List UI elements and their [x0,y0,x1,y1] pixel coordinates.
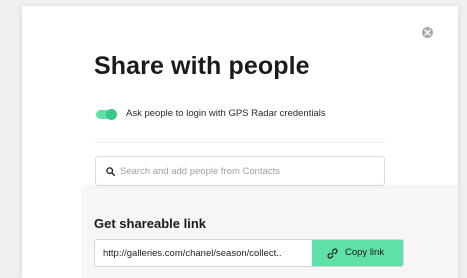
link-icon [327,248,338,259]
divider [94,142,386,143]
copy-link-button[interactable]: Copy link [312,240,403,266]
link-url[interactable]: http://galleries.com/chanel/season/colle… [103,248,315,259]
login-toggle-label: Ask people to login with GPS Radar crede… [126,108,326,119]
copy-link-label: Copy link [345,247,385,258]
toggle-knob [106,109,117,120]
shareable-link-title: Get shareable link [94,216,206,231]
search-field[interactable] [95,156,385,186]
shareable-link-panel: Get shareable link http://galleries.com/… [84,188,458,278]
link-field[interactable]: http://galleries.com/chanel/season/colle… [94,239,404,267]
close-button[interactable] [422,27,433,38]
login-toggle[interactable] [96,109,117,120]
search-input[interactable] [120,158,375,184]
modal-title: Share with people [94,52,310,80]
close-icon [424,29,431,36]
search-icon [106,167,115,176]
share-modal: Share with people Ask people to login wi… [22,6,458,278]
